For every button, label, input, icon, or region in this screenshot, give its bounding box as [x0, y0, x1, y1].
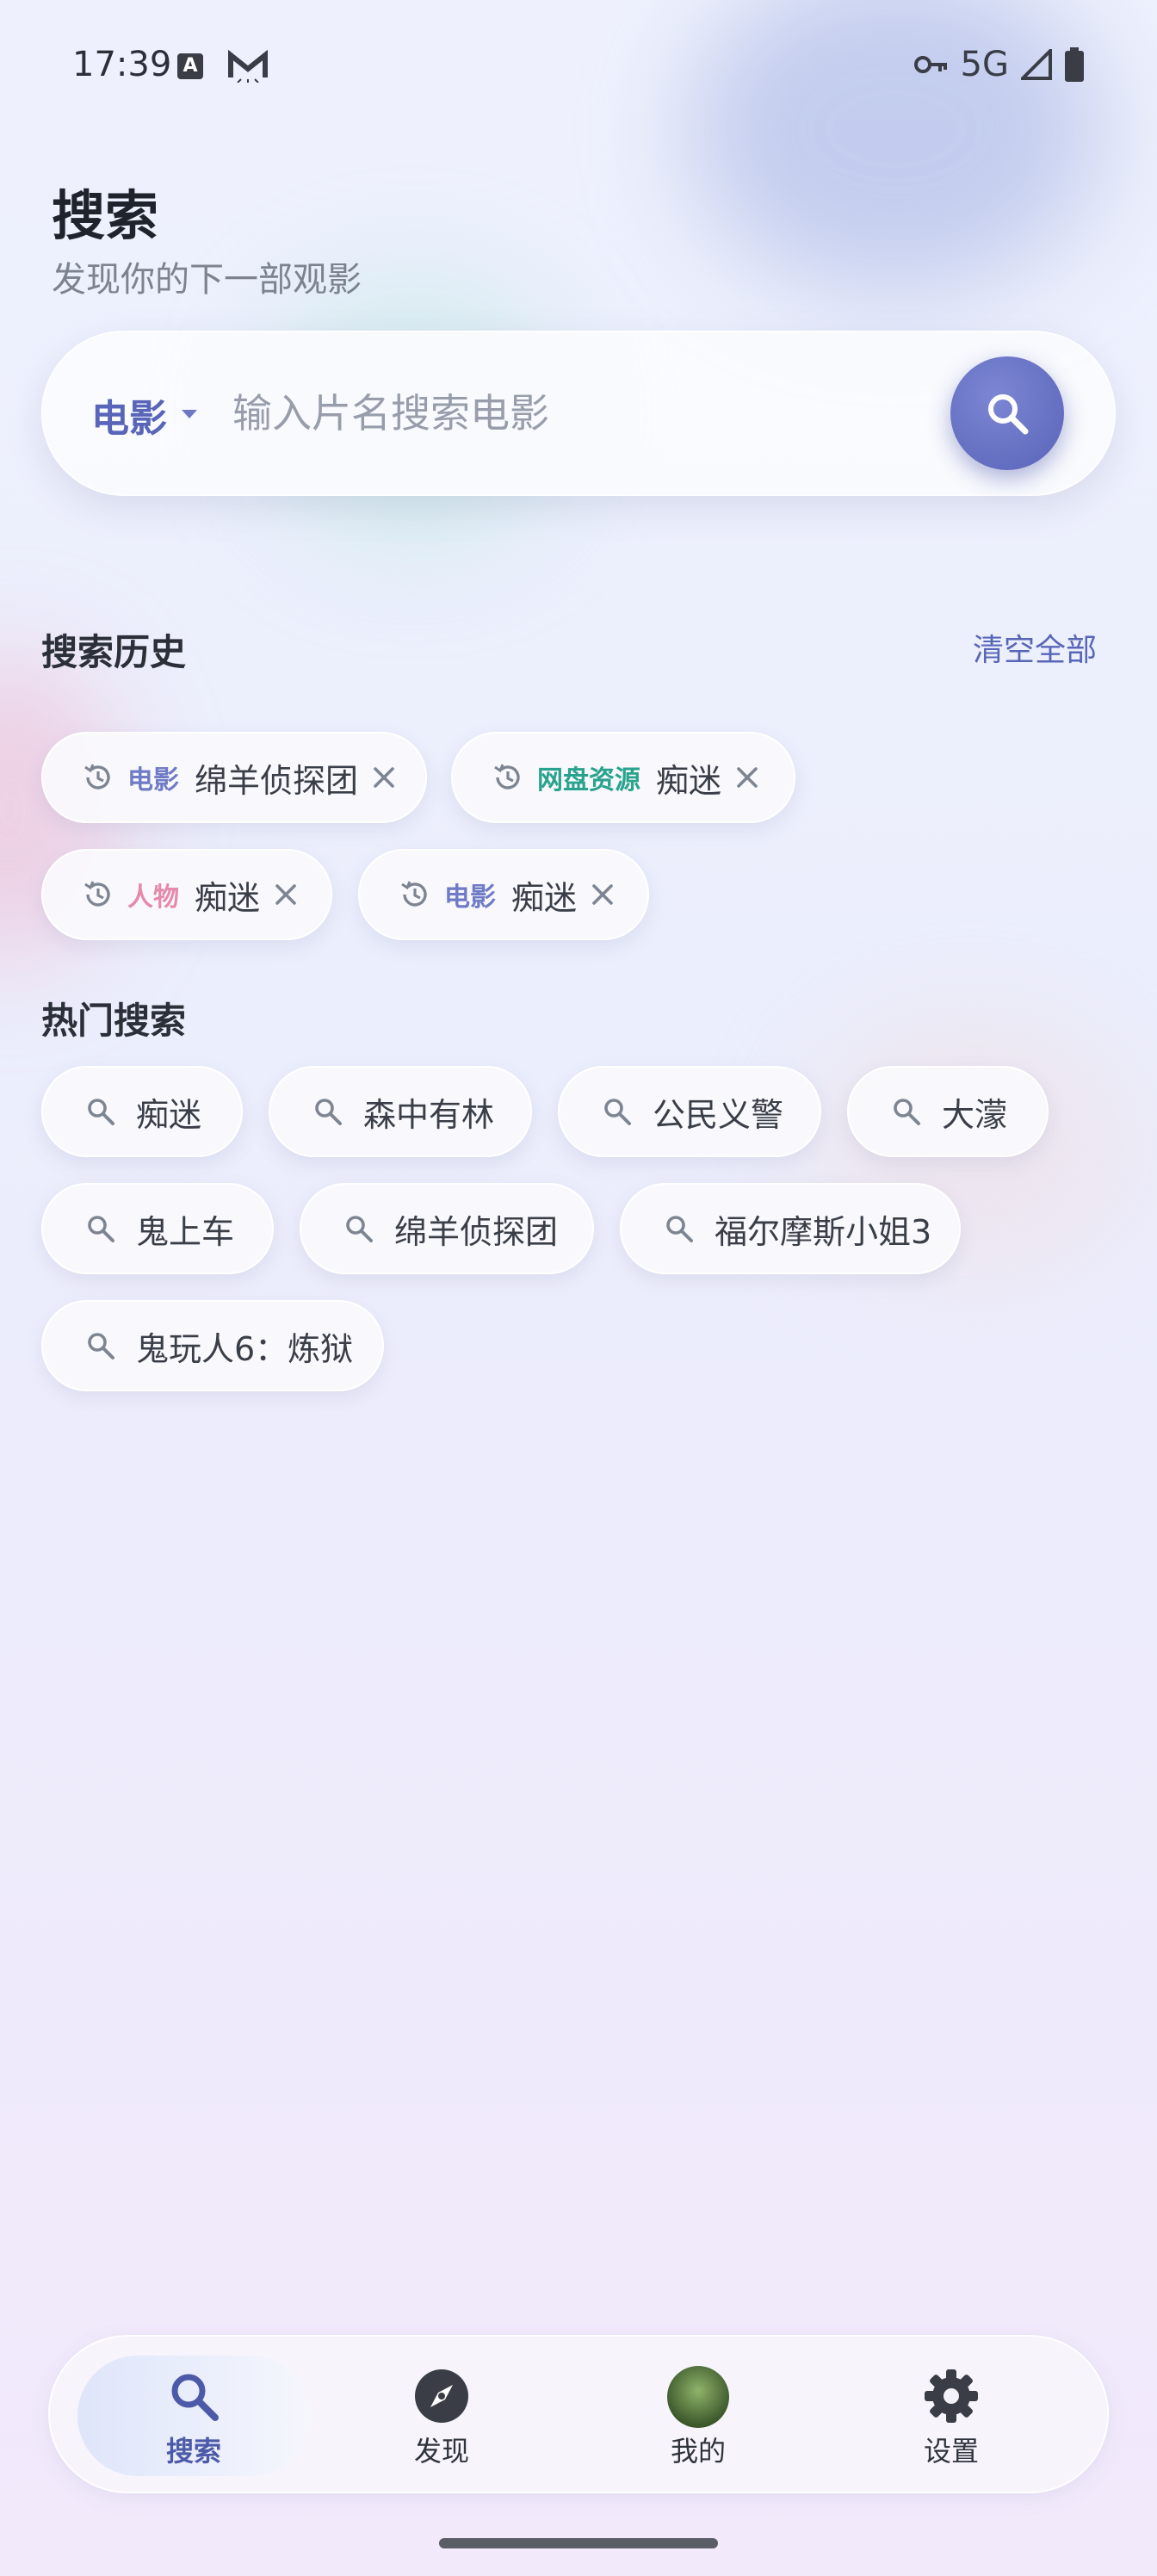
bottom-nav: 搜索 发现 我的 设置 [48, 2335, 1109, 2493]
page-subtitle: 发现你的下一部观影 [52, 260, 362, 300]
gear-icon [925, 2369, 978, 2423]
network-type: 5G [960, 45, 1009, 84]
search-icon [604, 1099, 631, 1125]
hot-chip-text: 绵羊侦探团 [394, 1212, 559, 1251]
search-button[interactable] [950, 356, 1064, 470]
compass-icon [415, 2369, 468, 2423]
search-icon [171, 2374, 219, 2421]
nav-item-settings[interactable]: 设置 [835, 2356, 1067, 2476]
hot-chip[interactable]: 公民义警 [558, 1066, 821, 1157]
nav-label: 搜索 [165, 2435, 221, 2468]
hot-chip-text: 公民义警 [653, 1095, 784, 1134]
search-icon [894, 1099, 920, 1125]
hot-chip[interactable]: 痴迷 [41, 1066, 243, 1157]
search-icon [666, 1216, 693, 1242]
status-bar: 17:39 A 5G [0, 0, 1157, 138]
status-time: 17:39 [72, 45, 172, 84]
history-chip-text: 痴迷 [656, 761, 722, 800]
category-dropdown[interactable]: 电影 [91, 387, 167, 443]
search-icon [346, 1216, 373, 1242]
history-icon [84, 881, 110, 907]
search-bar: 电影 [41, 331, 1116, 496]
vpn-key-icon [913, 56, 947, 73]
signal-icon [1021, 49, 1052, 80]
history-chip-tag: 电影 [444, 882, 496, 913]
history-icon [401, 881, 427, 907]
nav-label: 我的 [670, 2435, 726, 2468]
search-icon [88, 1099, 114, 1125]
chevron-down-icon[interactable] [182, 410, 197, 418]
hot-chip-text: 痴迷 [136, 1095, 202, 1134]
history-title: 搜索历史 [41, 631, 187, 673]
hot-chip-text: 鬼玩人6：炼狱 [136, 1329, 354, 1368]
clear-all-button[interactable]: 清空全部 [973, 625, 1097, 670]
home-indicator[interactable] [439, 2538, 718, 2548]
history-chip[interactable]: 电影 痴迷 [358, 849, 649, 940]
history-chip-tag: 电影 [127, 765, 179, 796]
history-chip-text: 绵羊侦探团 [195, 761, 359, 800]
nav-label: 发现 [413, 2435, 469, 2468]
history-chip-tag: 人物 [127, 882, 179, 913]
hot-chip[interactable]: 绵羊侦探团 [300, 1183, 594, 1274]
nav-item-discover[interactable]: 发现 [325, 2356, 558, 2476]
close-icon[interactable] [372, 765, 396, 790]
history-chip[interactable]: 电影 绵羊侦探团 [41, 732, 427, 823]
search-icon [88, 1216, 114, 1242]
history-icon [84, 764, 110, 790]
close-icon[interactable] [591, 882, 615, 907]
hot-chip-text: 鬼上车 [136, 1212, 235, 1251]
search-icon [88, 1333, 114, 1359]
history-icon [494, 764, 520, 790]
nav-item-search[interactable]: 搜索 [77, 2356, 310, 2476]
hot-chip-text: 森中有林 [363, 1095, 495, 1134]
hot-title: 热门搜索 [41, 1000, 187, 1042]
search-input[interactable] [232, 379, 732, 448]
mail-cat-icon [228, 49, 268, 83]
hot-chip-text: 大濛 [942, 1095, 1008, 1134]
search-icon [315, 1099, 342, 1125]
close-icon[interactable] [274, 882, 298, 907]
hot-chip[interactable]: 福尔摩斯小姐3 [620, 1183, 961, 1274]
hot-chip[interactable]: 大濛 [847, 1066, 1049, 1157]
hot-chip-text: 福尔摩斯小姐3 [715, 1212, 932, 1251]
nav-label: 设置 [923, 2435, 979, 2468]
history-chip[interactable]: 网盘资源 痴迷 [451, 732, 795, 823]
history-chip-text: 痴迷 [511, 878, 578, 917]
avatar [667, 2366, 729, 2428]
page-title: 搜索 [52, 184, 159, 247]
history-chip-tag: 网盘资源 [537, 765, 640, 796]
close-icon[interactable] [735, 765, 759, 790]
battery-icon [1065, 47, 1084, 82]
history-chip[interactable]: 人物 痴迷 [41, 849, 332, 940]
keyboard-a-icon: A [177, 53, 203, 79]
nav-item-profile[interactable]: 我的 [582, 2356, 814, 2476]
search-icon [988, 394, 1029, 435]
history-chip-text: 痴迷 [195, 878, 261, 917]
hot-chip[interactable]: 鬼玩人6：炼狱 [41, 1300, 384, 1391]
hot-chip[interactable]: 森中有林 [269, 1066, 532, 1157]
hot-chip[interactable]: 鬼上车 [41, 1183, 274, 1274]
